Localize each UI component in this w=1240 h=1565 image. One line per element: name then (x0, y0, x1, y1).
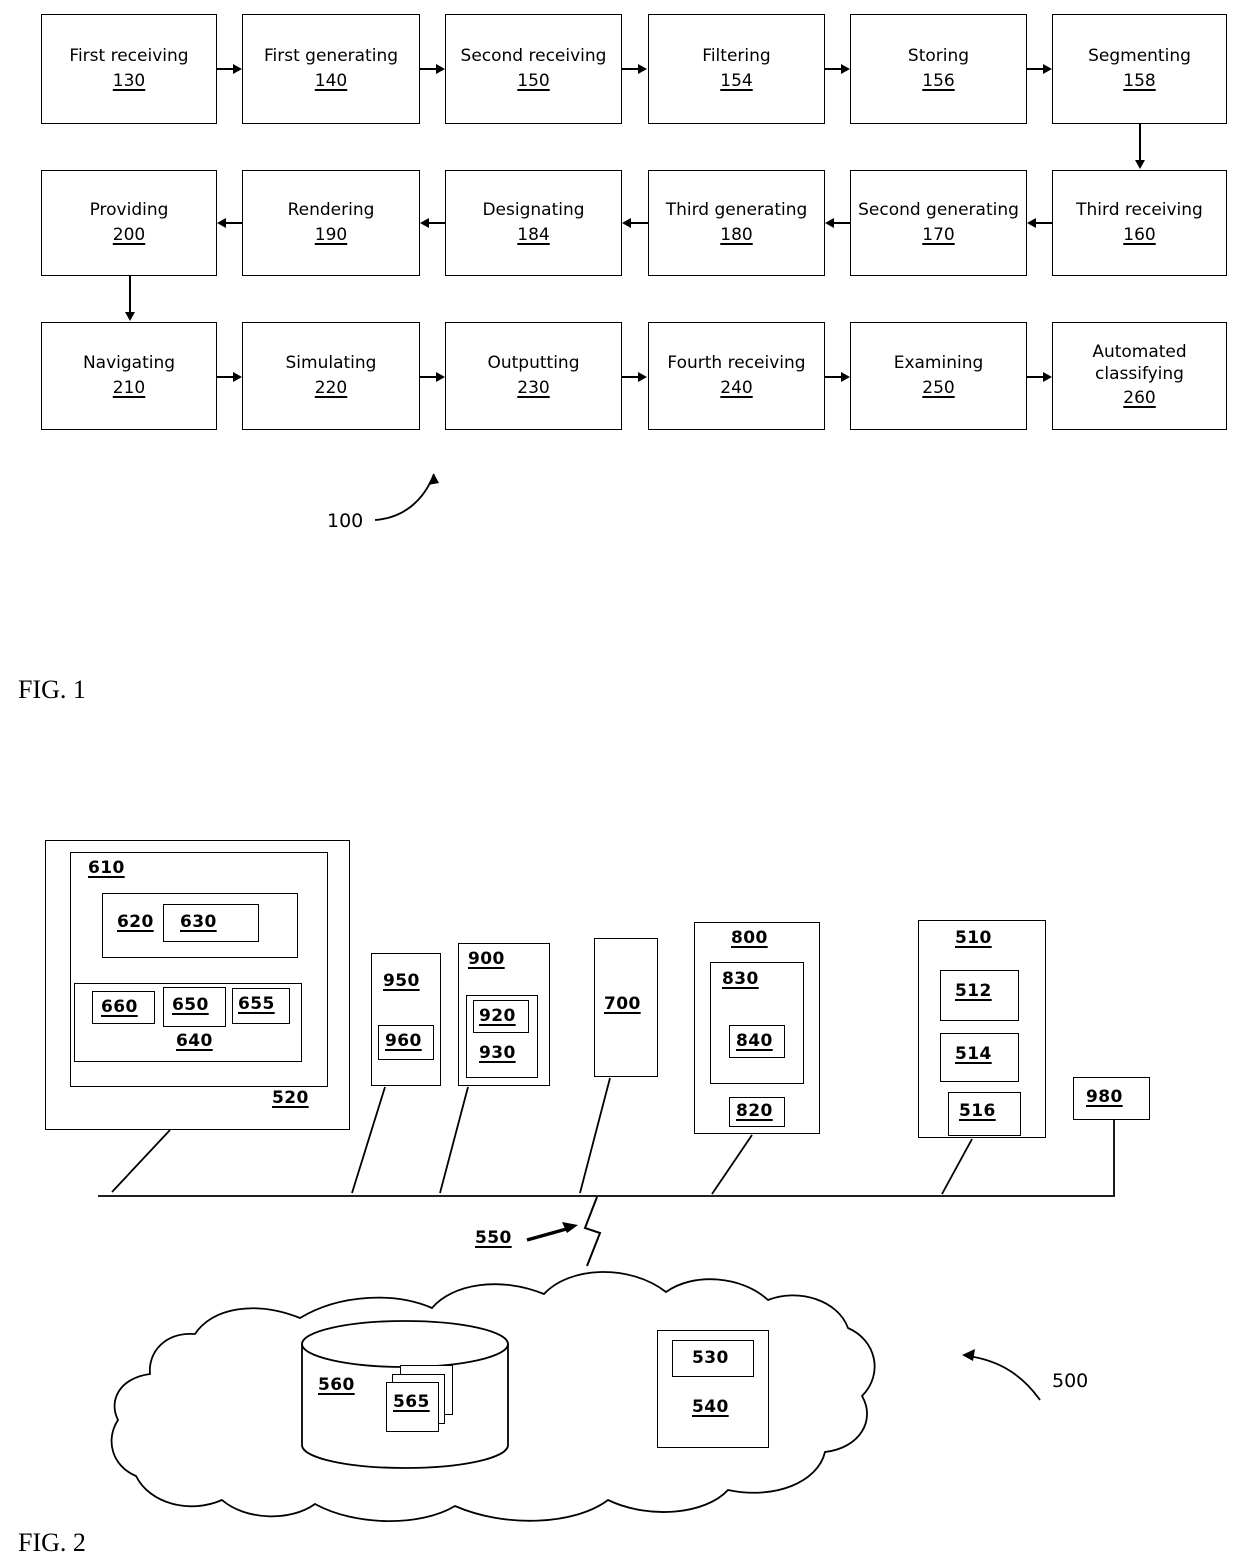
database-label-560: 560 (318, 1375, 355, 1395)
node-label-520: 520 (272, 1088, 309, 1108)
node-label-640: 640 (176, 1031, 213, 1051)
node-label-530: 530 (692, 1348, 729, 1368)
figure-2: 520 610 620 630 640 660 650 655 950 960 … (0, 700, 1240, 1565)
node-label-510: 510 (955, 928, 992, 948)
figure-2-caption: FIG. 2 (18, 1528, 86, 1557)
node-label-820: 820 (736, 1101, 773, 1121)
node-label-512: 512 (955, 981, 992, 1001)
node-label-620: 620 (117, 912, 154, 932)
node-label-610: 610 (88, 858, 125, 878)
node-label-960: 960 (385, 1031, 422, 1051)
node-label-516: 516 (959, 1101, 996, 1121)
reference-100-leader (374, 473, 439, 521)
node-label-900: 900 (468, 949, 505, 969)
database-label-565: 565 (393, 1392, 430, 1412)
node-label-830: 830 (722, 969, 759, 989)
node-label-540: 540 (692, 1397, 729, 1417)
node-label-655: 655 (238, 994, 275, 1014)
node-label-514: 514 (955, 1044, 992, 1064)
node-label-840: 840 (736, 1031, 773, 1051)
node-label-980: 980 (1086, 1087, 1123, 1107)
patent-figure-sheet: First receiving 130 First generating 140… (0, 0, 1240, 1565)
node-label-630: 630 (180, 912, 217, 932)
figure-1: First receiving 130 First generating 140… (0, 0, 1240, 704)
reference-numeral-500: 500 (1052, 1370, 1089, 1392)
node-label-930: 930 (479, 1043, 516, 1063)
node-label-660: 660 (101, 997, 138, 1017)
node-label-650: 650 (172, 995, 209, 1015)
reference-numeral-550: 550 (475, 1228, 512, 1248)
figure-2-connectors (98, 1077, 1115, 1523)
node-label-800: 800 (731, 928, 768, 948)
node-label-950: 950 (383, 971, 420, 991)
node-label-920: 920 (479, 1006, 516, 1026)
node-label-700: 700 (604, 994, 641, 1014)
